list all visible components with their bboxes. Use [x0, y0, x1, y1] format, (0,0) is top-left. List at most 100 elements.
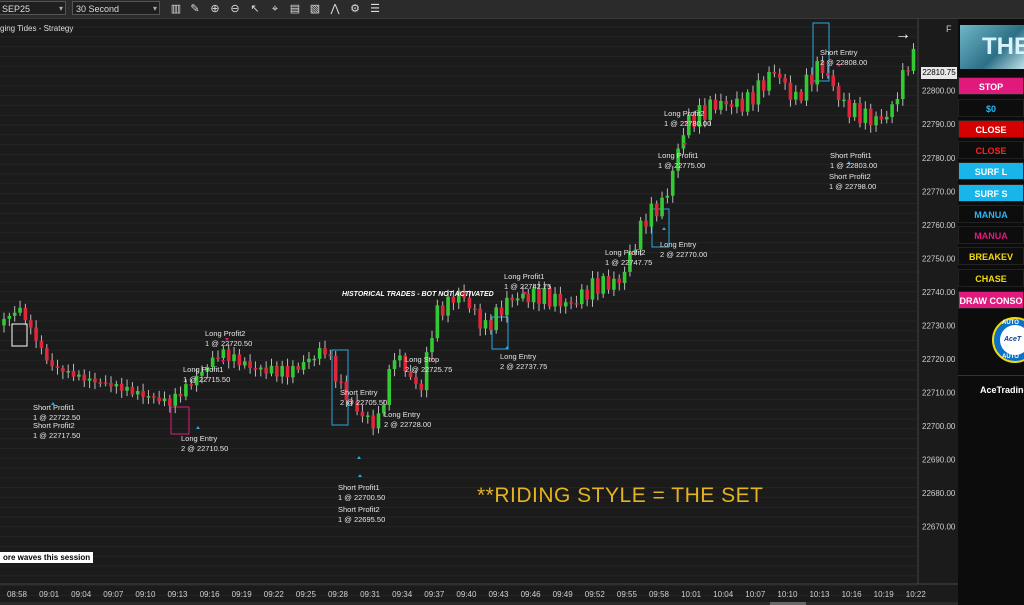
candle-body — [612, 278, 616, 290]
trade-label-price: 1 @ 22742.75 — [504, 282, 551, 291]
pointer-icon[interactable]: ↖ — [248, 2, 262, 16]
template-icon[interactable]: ▧ — [308, 2, 322, 16]
session-label: ore waves this session — [0, 552, 94, 563]
trade-label-price: 1 @ 22715.50 — [183, 375, 230, 384]
candle-body — [478, 308, 482, 329]
candle-body — [751, 92, 755, 105]
instrument-select[interactable]: SEP25 ▾ — [0, 1, 66, 15]
candle-body — [911, 48, 916, 71]
panel-button-label: MANUA — [974, 210, 1008, 220]
candle-body — [879, 116, 884, 120]
candle-body — [521, 293, 525, 299]
crosshair-icon[interactable]: ⌖ — [268, 2, 282, 16]
trade-label: Short Profit21 @ 22798.00 — [829, 172, 876, 191]
candle-body — [280, 365, 284, 377]
candle-body — [360, 411, 365, 417]
candle-body — [178, 393, 183, 397]
candle-body — [788, 82, 793, 100]
indicator-icon[interactable]: ⋀ — [328, 2, 342, 16]
candle-body — [392, 360, 397, 370]
candle-body — [558, 293, 563, 307]
time-tick: 10:16 — [842, 590, 863, 599]
time-tick: 09:16 — [200, 590, 221, 599]
panel-button-surf-s[interactable]: SURF S — [958, 184, 1024, 202]
candle-body — [146, 396, 151, 398]
trade-label-type: Long Entry — [500, 352, 537, 361]
arrow-right-icon[interactable]: → — [895, 26, 911, 44]
price-chart[interactable]: Short Profit11 @ 22722.50Short Profit21 … — [0, 19, 958, 605]
candle-body — [109, 382, 113, 387]
trade-label: Long Profit11 @ 22775.00 — [658, 151, 705, 170]
candle-body — [39, 340, 44, 349]
properties-icon[interactable]: ☰ — [368, 2, 382, 16]
logo-text: THE — [982, 33, 1024, 60]
data-box-icon[interactable]: ▤ — [288, 2, 302, 16]
zoom-in-icon[interactable]: ⊕ — [208, 2, 222, 16]
time-tick: 10:07 — [745, 590, 766, 599]
candle-body — [269, 365, 274, 374]
candle-body — [606, 275, 611, 290]
candle-body — [226, 349, 231, 362]
trade-label-price: 1 @ 22700.50 — [338, 493, 385, 502]
f-label[interactable]: F — [946, 24, 952, 34]
panel-button-stop[interactable]: STOP — [958, 77, 1024, 95]
candle-body — [649, 203, 654, 227]
bar-chart-icon[interactable]: ▥ — [169, 2, 183, 16]
candle-body — [473, 308, 477, 311]
interval-select[interactable]: 30 Second ▾ — [72, 1, 160, 15]
trade-label-type: Short Entry — [340, 388, 378, 397]
candle-body — [745, 92, 750, 112]
panel-button-chase[interactable]: CHASE — [958, 269, 1024, 287]
panel-button-close[interactable]: CLOSE — [958, 141, 1024, 159]
last-price-tag: 22810.75 — [921, 67, 957, 79]
chevron-down-icon: ▾ — [58, 4, 63, 13]
candle-body — [895, 99, 900, 105]
strategy-icon[interactable]: ⚙ — [348, 2, 362, 16]
panel-button--0[interactable]: $0 — [958, 99, 1024, 117]
trade-label-price: 2 @ 22705.50 — [340, 398, 387, 407]
time-tick: 09:01 — [39, 590, 60, 599]
candle-body — [906, 70, 910, 72]
trade-label: Long Profit21 @ 22780.00 — [664, 109, 711, 128]
panel-button-breakev[interactable]: BREAKEV — [958, 247, 1024, 265]
candle-body — [114, 383, 119, 387]
time-tick: 09:49 — [553, 590, 574, 599]
candle-body — [842, 99, 846, 102]
candle-body — [660, 197, 664, 217]
panel-button-close[interactable]: CLOSE — [958, 120, 1024, 138]
candle-body — [580, 289, 584, 305]
candle-body — [804, 74, 809, 101]
candle-body — [515, 298, 520, 301]
price-tick: 22740.00 — [922, 288, 956, 297]
panel-button-surf-l[interactable]: SURF L — [958, 162, 1024, 180]
logo-image: THE — [960, 25, 1024, 69]
candle-body — [77, 374, 81, 377]
zoom-out-icon[interactable]: ⊖ — [228, 2, 242, 16]
candle-body — [168, 398, 172, 406]
candle-body — [794, 91, 798, 100]
candle-body — [767, 71, 771, 91]
price-tick: 22720.00 — [922, 355, 956, 364]
divider — [958, 375, 1024, 376]
candle-body — [323, 348, 327, 355]
panel-button-manua[interactable]: MANUA — [958, 205, 1024, 223]
time-tick: 09:46 — [521, 590, 542, 599]
candle-body — [772, 71, 777, 74]
candle-body — [831, 75, 836, 87]
badge-mid: AceT — [1004, 336, 1022, 343]
panel-button-draw-conso[interactable]: DRAW CONSO — [958, 291, 1024, 309]
candle-body — [419, 383, 424, 391]
pencil-icon[interactable]: ✎ — [188, 2, 202, 16]
time-tick: 09:58 — [649, 590, 670, 599]
candle-body — [590, 278, 595, 300]
candle-body — [291, 366, 295, 378]
time-tick: 09:43 — [488, 590, 509, 599]
time-tick: 09:19 — [232, 590, 253, 599]
trade-label-price: 1 @ 22720.50 — [205, 339, 252, 348]
candle-body — [23, 307, 28, 321]
time-tick: 09:55 — [617, 590, 638, 599]
panel-button-manua[interactable]: MANUA — [958, 226, 1024, 244]
candle-body — [296, 366, 301, 370]
candle-body — [756, 80, 761, 105]
auto-badge: AUTO AceT AUTO — [992, 317, 1024, 363]
